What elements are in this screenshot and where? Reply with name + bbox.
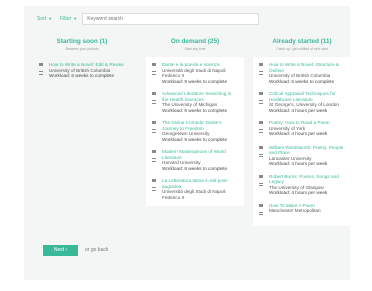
course-title-link[interactable]: How to Write a Novel: Edit & Revise <box>49 62 124 68</box>
course-title-link[interactable]: Critical Appraisal Techniques for Health… <box>269 91 345 102</box>
workload-text: Workload: 9 weeks to complete <box>162 107 228 113</box>
list-item: How to Write a Novel: Edit & Revise Univ… <box>33 59 131 84</box>
list-item: Poetry: How to Read a Poem University of… <box>253 117 351 142</box>
course-title-link[interactable]: La Letteratura latina in età post-august… <box>162 178 238 189</box>
university-name: Università degli Studi di Napoli Federic… <box>162 67 226 79</box>
workload-text: Workload: 4 hours per week <box>269 131 328 136</box>
list-item: Modern Masterpieces of World Literature … <box>146 146 244 175</box>
university-name: Università degli Studi di Napoli Federic… <box>162 189 226 200</box>
course-icon <box>259 203 263 207</box>
university-icon <box>259 129 263 133</box>
university-icon <box>152 100 156 104</box>
course-title-link[interactable]: Modern Masterpieces of World Literature <box>162 149 238 160</box>
column-starting-soon: Starting soon (1) Between your periods H… <box>33 38 131 86</box>
course-icon <box>259 63 263 66</box>
university-icon <box>259 100 263 104</box>
course-title-link[interactable]: Poetry: How to Read a Poem <box>269 120 330 126</box>
list-item: Critical Appraisal Techniques for Health… <box>253 88 351 117</box>
search-input[interactable] <box>82 13 259 25</box>
course-icon <box>152 63 156 66</box>
list-item: How to Write a Novel: Structure & Outlin… <box>253 59 351 88</box>
workload-text: Workload: 4 hours per week <box>269 161 328 166</box>
university-icon <box>152 71 156 75</box>
chevron-down-icon: ▼ <box>73 16 78 21</box>
go-back-link[interactable]: or go back <box>85 246 108 255</box>
course-icon <box>152 179 156 182</box>
course-title-link[interactable]: Advanced Literature Searching in the Hea… <box>162 91 238 102</box>
course-title-link[interactable]: How to Write a Novel: Structure & Outlin… <box>269 62 345 73</box>
university-icon <box>259 211 263 215</box>
chevron-down-icon: ▼ <box>48 16 53 21</box>
list-item: Robert Burns: Poems, Songs and Legacy Th… <box>253 171 351 200</box>
course-title-link[interactable]: The Divine Comedy: Dante's Journey to Fr… <box>162 120 238 131</box>
workload-text: Workload: 6 weeks to complete <box>49 73 115 78</box>
list-item: Advanced Literature Searching in the Hea… <box>146 88 244 117</box>
course-title-link[interactable]: Robert Burns: Poems, Songs and Legacy <box>269 174 345 185</box>
next-button[interactable]: Next › <box>43 245 78 256</box>
course-icon <box>259 145 263 149</box>
course-icon <box>259 174 263 178</box>
university-icon <box>39 71 43 75</box>
column-subtitle: Between your periods <box>65 47 99 51</box>
toolbar: Sort ▼ Filter ▼ <box>34 12 259 26</box>
list-item: The Divine Comedy: Dante's Journey to Fr… <box>146 117 244 146</box>
university-name: St George's, University of London <box>269 102 339 107</box>
workload-text: Workload: 4 hours per week <box>269 190 328 195</box>
university-icon <box>152 129 156 133</box>
course-list: Dante e la poesia e scienza Università d… <box>146 57 244 206</box>
course-icon <box>152 121 156 124</box>
workload-text: Workload: 4 hours per week <box>269 107 328 113</box>
university-icon <box>152 187 156 191</box>
course-list: How to Write a Novel: Structure & Outlin… <box>253 57 351 226</box>
column-subtitle: Start any time <box>184 47 206 51</box>
filter-dropdown[interactable]: Filter ▼ <box>57 12 80 26</box>
course-list: How to Write a Novel: Edit & Revise Univ… <box>33 57 131 86</box>
list-item: La Letteratura latina in età post-august… <box>146 175 244 204</box>
list-item: William Wordsworth: Poetry, People and P… <box>253 142 351 171</box>
university-icon <box>259 153 263 157</box>
course-icon <box>259 92 263 95</box>
sort-dropdown[interactable]: Sort ▼ <box>34 12 55 26</box>
column-title: On demand (25) <box>170 38 220 45</box>
list-item: How To Make A Poem Manchester Metropolit… <box>253 200 351 225</box>
university-name: Manchester Metropolitan <box>269 208 321 213</box>
university-icon <box>152 158 156 162</box>
column-on-demand: On demand (25) Start any time Dante e la… <box>146 38 244 206</box>
course-icon <box>152 150 156 153</box>
workload-text: Workload: 6 weeks to complete <box>269 78 335 84</box>
workload-text: Workload: 8 weeks to complete <box>162 136 228 142</box>
course-icon <box>259 121 263 124</box>
course-icon <box>152 92 156 95</box>
column-title: Starting soon (1) <box>56 38 108 45</box>
workload-text: Workload: 9 weeks to complete <box>162 78 228 84</box>
workload-text: Workload: 8 weeks to complete <box>162 165 228 171</box>
course-title-link[interactable]: William Wordsworth: Poetry, People and P… <box>269 145 345 156</box>
column-already-started: Already started (11) Catch up / get noti… <box>253 38 351 226</box>
university-icon <box>259 71 263 75</box>
column-title: Already started (11) <box>272 38 332 45</box>
course-icon <box>39 63 43 66</box>
column-subtitle: Catch up / get notified of next start <box>276 47 328 51</box>
list-item: Dante e la poesia e scienza Università d… <box>146 59 244 88</box>
university-icon <box>259 182 263 186</box>
